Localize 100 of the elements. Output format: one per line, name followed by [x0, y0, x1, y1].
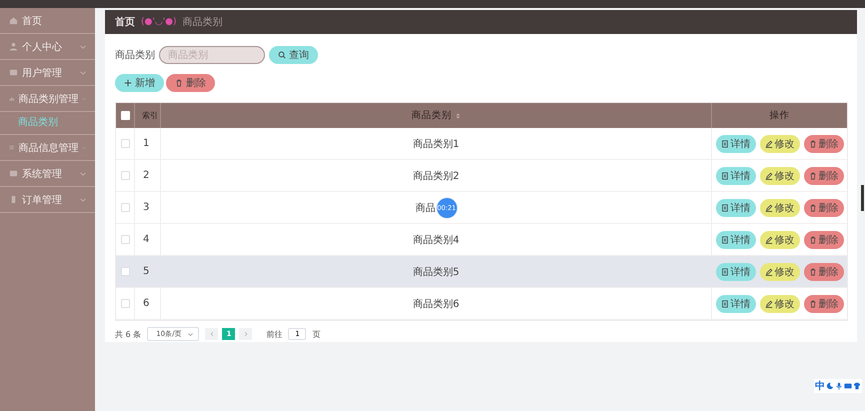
- field-label: 商品类别: [115, 48, 155, 62]
- column-header[interactable]: 商品类别: [412, 109, 452, 122]
- trash-icon: [808, 172, 816, 180]
- previous-page-button[interactable]: [205, 328, 218, 340]
- pencil-icon: [764, 204, 772, 212]
- breadcrumb-current: 商品类别: [182, 16, 223, 29]
- detail-button[interactable]: 详情: [716, 230, 756, 248]
- table-cell: 5: [143, 266, 150, 277]
- home-icon: [9, 16, 18, 25]
- document-icon: [720, 140, 728, 148]
- menu-item[interactable]: 首页: [0, 8, 95, 34]
- delete-button[interactable]: 删除: [804, 230, 844, 248]
- table-cell: 3: [143, 202, 150, 213]
- chevron-icon: [79, 196, 87, 204]
- delete-button[interactable]: 删除: [804, 166, 844, 184]
- detail-button[interactable]: 详情: [716, 294, 756, 312]
- delete-button[interactable]: 删除: [804, 294, 844, 312]
- table-cell: 6: [143, 298, 150, 309]
- trash-icon: [808, 236, 816, 244]
- column-header: 索引: [142, 110, 158, 121]
- pencil-icon: [764, 236, 772, 244]
- menu-item[interactable]: 个人中心: [0, 34, 95, 60]
- edit-button[interactable]: 修改: [760, 294, 800, 312]
- row-checkbox[interactable]: [120, 267, 130, 276]
- delete-button[interactable]: 删除: [804, 134, 844, 152]
- pencil-icon: [764, 268, 772, 276]
- edit-button[interactable]: 修改: [760, 230, 800, 248]
- column-header: 操作: [770, 109, 790, 122]
- trash-icon: [808, 140, 816, 148]
- total-count: 共 6 条: [115, 328, 142, 340]
- search-button[interactable]: 查询: [269, 46, 318, 64]
- detail-button[interactable]: 详情: [716, 198, 756, 216]
- delete-button[interactable]: 删除: [804, 198, 844, 216]
- trash-icon: [808, 300, 816, 308]
- chevron-icon: [187, 330, 194, 338]
- row-checkbox[interactable]: [120, 203, 130, 212]
- shirt-icon: [853, 382, 861, 390]
- plus-icon: [124, 79, 132, 87]
- ime-mode[interactable]: 中: [815, 379, 825, 393]
- breadcrumb-separator: (●'◡'●): [141, 17, 177, 27]
- card-icon: [9, 68, 18, 77]
- search-icon: [278, 51, 286, 59]
- table-row[interactable]: 1 商品类别1 详情 修改 删除: [116, 128, 847, 160]
- document-icon: [720, 236, 728, 244]
- detail-button[interactable]: 详情: [716, 166, 756, 184]
- menu-item[interactable]: 商品类别管理: [0, 86, 95, 112]
- menu-item[interactable]: 商品信息管理: [0, 135, 95, 161]
- delete-button[interactable]: 删除: [804, 262, 844, 280]
- table-cell-text: 商品类别5: [412, 266, 460, 278]
- detail-button[interactable]: 详情: [716, 262, 756, 280]
- table-row[interactable]: 2 商品类别2 详情 修改 删除: [116, 160, 847, 192]
- phone-icon: [9, 195, 18, 204]
- card-icon: [9, 169, 18, 178]
- table-cell-text: 商品类别6: [412, 298, 460, 310]
- menu-item[interactable]: 用户管理: [0, 60, 95, 86]
- chevron-icon: [79, 68, 87, 76]
- next-page-button[interactable]: [239, 328, 252, 340]
- table-cell: 4: [143, 234, 150, 245]
- mic-icon: [835, 382, 843, 390]
- document-icon: [720, 300, 728, 308]
- table-cell-text: 商品类别1: [412, 138, 460, 150]
- edit-button[interactable]: 修改: [760, 166, 800, 184]
- edit-button[interactable]: 修改: [760, 134, 800, 152]
- table-row[interactable]: 5 商品类别5 详情 修改 删除: [116, 256, 847, 288]
- row-checkbox[interactable]: [120, 235, 130, 244]
- trash-icon: [808, 268, 816, 276]
- breadcrumb-link[interactable]: 首页: [115, 15, 135, 29]
- add-button[interactable]: 新增: [115, 74, 164, 92]
- chevron-icon: [79, 170, 87, 178]
- menu-item[interactable]: 系统管理: [0, 161, 95, 187]
- goto-label: 前往: [266, 328, 282, 340]
- table-row[interactable]: 4 商品类别4 详情 修改 删除: [116, 224, 847, 256]
- pencil-icon: [764, 300, 772, 308]
- person-icon: [9, 42, 18, 51]
- select-all-checkbox[interactable]: [120, 111, 130, 120]
- table-cell-text: 商品: [416, 202, 436, 214]
- list-icon: [9, 143, 14, 152]
- pencil-icon: [764, 140, 772, 148]
- document-icon: [720, 204, 728, 212]
- table-cell-text: 商品类别2: [412, 170, 460, 182]
- moon-icon: [826, 382, 834, 390]
- scrollbar[interactable]: [861, 185, 864, 211]
- table-row[interactable]: 6 商品类别6 详情 修改 删除: [116, 288, 847, 320]
- table-cell-text: 商品类别4: [412, 234, 460, 246]
- row-checkbox[interactable]: [120, 171, 130, 180]
- chevron-left-icon: [208, 331, 215, 337]
- menu-item[interactable]: 订单管理: [0, 187, 95, 213]
- document-icon: [720, 172, 728, 180]
- table-cell: 1: [143, 138, 150, 149]
- sort-icon: [454, 112, 460, 120]
- document-icon: [720, 268, 728, 276]
- pencil-icon: [764, 172, 772, 180]
- detail-button[interactable]: 详情: [716, 134, 756, 152]
- delete-button[interactable]: 删除: [166, 74, 215, 92]
- row-checkbox[interactable]: [120, 139, 130, 148]
- table-cell: 2: [143, 170, 150, 181]
- edit-button[interactable]: 修改: [760, 198, 800, 216]
- edit-button[interactable]: 修改: [760, 262, 800, 280]
- row-checkbox[interactable]: [120, 299, 130, 308]
- chevron-right-icon: [242, 331, 249, 337]
